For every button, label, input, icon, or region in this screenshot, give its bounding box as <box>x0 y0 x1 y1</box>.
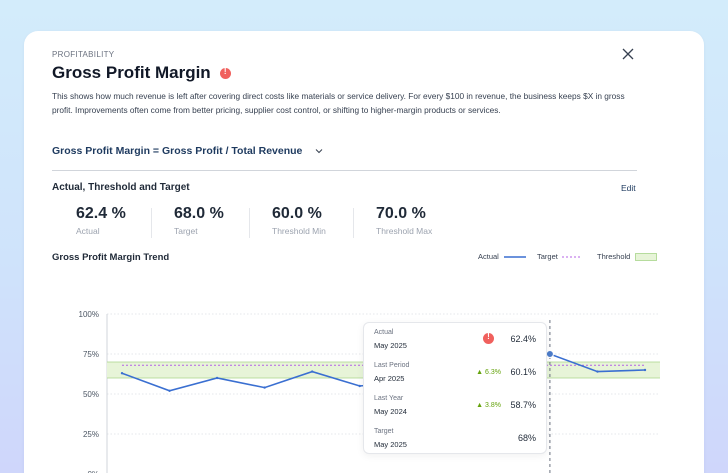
tooltip-key: Actual <box>374 329 394 336</box>
tooltip-value: 68% <box>517 433 536 443</box>
tooltip-date: Apr 2025 <box>374 374 405 383</box>
actual-data-point <box>168 389 171 392</box>
alert-icon <box>219 67 231 79</box>
legend-threshold: Threshold <box>597 252 658 261</box>
metric-value: 62.4 % <box>76 205 126 222</box>
tooltip-change: ▲ 6.3% <box>476 369 501 376</box>
actual-data-point <box>358 384 361 388</box>
section-title: Actual, Threshold and Target <box>52 182 190 193</box>
metric-actual: 62.4 % Actual <box>76 205 126 236</box>
highlighted-point <box>545 350 554 358</box>
metric-value: 68.0 % <box>174 205 224 222</box>
metric-label: Target <box>174 226 198 236</box>
tooltip-value: 62.4% <box>510 334 536 344</box>
metric-value: 70.0 % <box>376 205 426 222</box>
tooltip-date: May 2025 <box>374 440 407 449</box>
actual-data-point <box>120 372 124 375</box>
metric-description: This shows how much revenue is left afte… <box>52 91 625 115</box>
chevron-down-icon <box>316 149 323 154</box>
metric-separator <box>249 208 250 238</box>
metric-label: Threshold Max <box>376 226 433 236</box>
section-divider <box>52 170 637 171</box>
y-tick-label: 50% <box>83 390 99 399</box>
tooltip-date: May 2025 <box>374 341 407 350</box>
legend-target-swatch <box>561 256 582 257</box>
metric-target: 68.0 % Target <box>174 205 224 236</box>
tooltip-row-last-period: Last Period Apr 2025 ▲ 6.3% 60.1% <box>374 362 536 388</box>
legend-label: Actual <box>478 252 499 261</box>
metric-label: Actual <box>76 226 100 236</box>
metric-separator <box>151 208 152 238</box>
metric-label: Threshold Min <box>272 226 326 236</box>
tooltip-row-last-year: Last Year May 2024 ▲ 3.8% 58.7% <box>374 395 536 421</box>
tooltip-key: Last Year <box>374 395 404 402</box>
tooltip-date: May 2024 <box>374 407 407 416</box>
metric-separator <box>353 208 354 238</box>
y-tick-label: 25% <box>83 430 99 439</box>
trend-title: Gross Profit Margin Trend <box>52 252 170 263</box>
legend-label: Threshold <box>597 252 631 261</box>
alert-icon <box>483 332 494 344</box>
legend-label: Target <box>537 252 558 261</box>
actual-data-point <box>643 368 647 372</box>
tooltip-key: Target <box>374 428 394 435</box>
actual-data-point <box>310 370 314 373</box>
chart-tooltip: Actual May 2025 62.4% Last Period Apr 20… <box>363 322 547 454</box>
tooltip-key: Last Period <box>374 362 410 369</box>
legend-threshold-swatch <box>635 252 658 261</box>
formula-text: Gross Profit Margin = Gross Profit / Tot… <box>52 145 303 157</box>
legend-target: Target <box>537 252 582 261</box>
metric-threshold-min: 60.0 % Threshold Min <box>272 205 326 236</box>
tooltip-value: 60.1% <box>510 367 536 377</box>
category-eyebrow: PROFITABILITY <box>52 50 115 59</box>
actual-data-point <box>263 386 266 389</box>
tooltip-change: ▲ 3.8% <box>476 402 501 409</box>
tooltip-row-actual: Actual May 2025 62.4% <box>374 329 536 355</box>
metric-value: 60.0 % <box>272 205 322 222</box>
page-title: Gross Profit Margin <box>52 63 211 82</box>
edit-link[interactable]: Edit <box>621 183 636 193</box>
legend-actual-swatch <box>503 255 526 258</box>
y-tick-label: 100% <box>79 310 99 319</box>
metric-threshold-max: 70.0 % Threshold Max <box>376 205 432 236</box>
actual-data-point <box>215 376 219 380</box>
formula-dropdown[interactable]: Gross Profit Margin = Gross Profit / Tot… <box>52 145 324 157</box>
close-icon[interactable] <box>620 46 636 62</box>
tooltip-row-target: Target May 2025 68% <box>374 428 536 454</box>
legend-actual: Actual <box>478 252 526 261</box>
tooltip-value: 58.7% <box>510 400 536 410</box>
actual-data-point <box>596 370 599 373</box>
y-tick-label: 75% <box>83 350 99 359</box>
title-row: Gross Profit Margin <box>52 63 231 83</box>
